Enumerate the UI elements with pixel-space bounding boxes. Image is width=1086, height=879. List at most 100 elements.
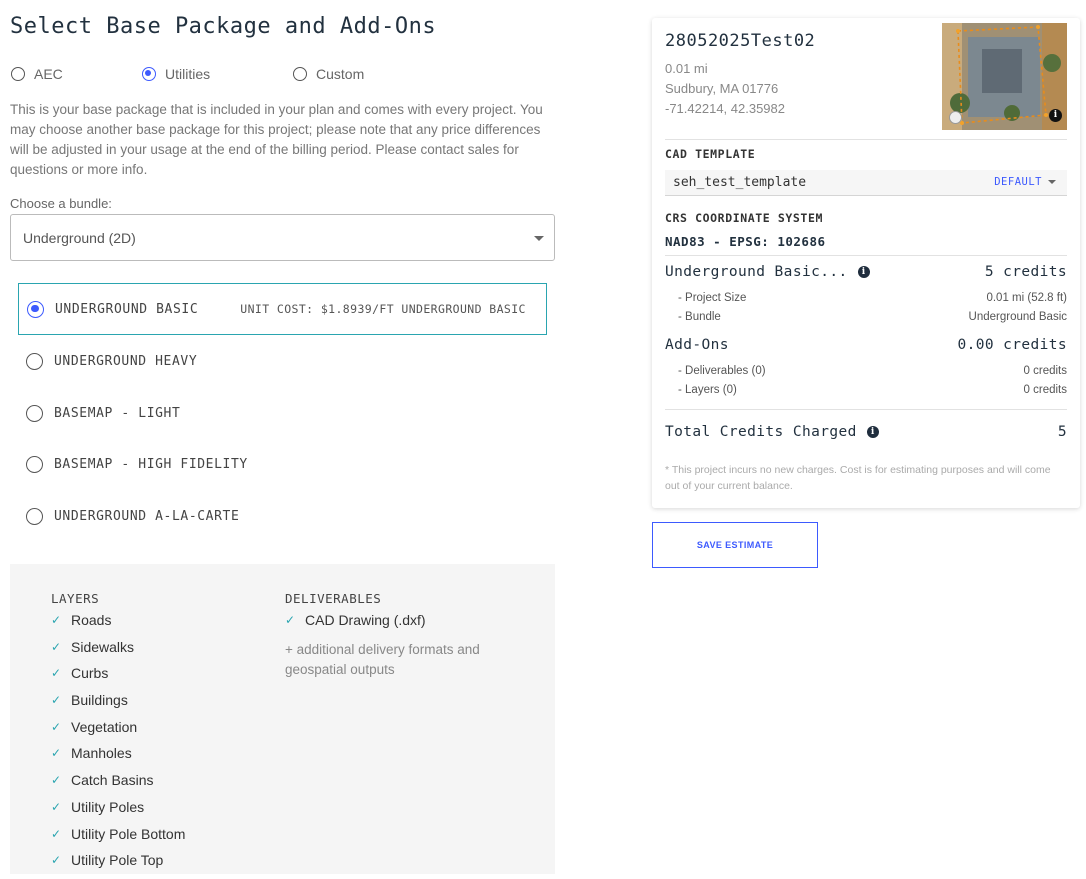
radio-icon[interactable] bbox=[26, 507, 43, 525]
total-value: 5 bbox=[1057, 424, 1067, 440]
info-icon[interactable]: i bbox=[1049, 109, 1062, 122]
default-dropdown[interactable]: DEFAULT bbox=[994, 176, 1056, 188]
deliverables-row: - Deliverables (0) 0 credits bbox=[665, 365, 1067, 377]
layers-row-label: - Layers (0) bbox=[678, 384, 737, 396]
package-label: Utilities bbox=[165, 66, 211, 82]
package-radio-aec[interactable]: AEC bbox=[11, 66, 63, 82]
check-icon: ✓ bbox=[51, 826, 62, 841]
radio-icon[interactable] bbox=[11, 67, 25, 81]
package-label: Custom bbox=[316, 66, 365, 82]
cad-template-select[interactable]: seh_test_template DEFAULT bbox=[665, 170, 1067, 196]
radio-selected-icon[interactable] bbox=[142, 67, 156, 81]
bundle-option-basemap-high-fidelity[interactable]: BASEMAP - HIGH FIDELITY bbox=[18, 438, 547, 490]
radio-selected-icon[interactable] bbox=[27, 300, 44, 318]
package-label: AEC bbox=[34, 66, 63, 82]
page-title: Select Base Package and Add-Ons bbox=[10, 14, 437, 39]
check-icon: ✓ bbox=[51, 853, 62, 868]
bundle-row-label: - Bundle bbox=[678, 311, 721, 323]
project-location: Sudbury, MA 01776 bbox=[665, 81, 779, 96]
map-thumbnail[interactable]: i bbox=[942, 23, 1067, 130]
layers-row-value: 0 credits bbox=[1023, 384, 1067, 396]
chevron-down-icon bbox=[1048, 180, 1056, 184]
base-package-row: Underground Basic... i 5 credits bbox=[665, 264, 1067, 280]
save-estimate-button[interactable]: SAVE ESTIMATE bbox=[652, 522, 818, 568]
deliverables-list: ✓ CAD Drawing (.dxf) bbox=[285, 612, 426, 639]
bundle-select-value: Underground (2D) bbox=[23, 229, 136, 246]
deliverables-row-value: 0 credits bbox=[1023, 365, 1067, 377]
check-icon: ✓ bbox=[51, 746, 62, 761]
mapbox-logo-icon bbox=[949, 111, 962, 124]
info-icon[interactable]: i bbox=[866, 426, 879, 438]
deliverables-heading: DELIVERABLES bbox=[285, 591, 382, 606]
radio-icon[interactable] bbox=[26, 455, 43, 473]
project-size-value: 0.01 mi (52.8 ft) bbox=[986, 292, 1067, 304]
base-package-credits: 5 credits bbox=[984, 264, 1067, 280]
check-icon: ✓ bbox=[51, 773, 62, 788]
divider bbox=[665, 139, 1067, 140]
list-item: ✓ Roads bbox=[51, 612, 112, 628]
bundle-row-value: Underground Basic bbox=[968, 311, 1067, 323]
package-radio-custom[interactable]: Custom bbox=[293, 66, 364, 82]
project-size-row: - Project Size 0.01 mi (52.8 ft) bbox=[665, 292, 1067, 304]
radio-icon[interactable] bbox=[26, 404, 43, 422]
layers-row: - Layers (0) 0 credits bbox=[665, 384, 1067, 396]
default-label: DEFAULT bbox=[994, 176, 1042, 188]
unit-cost-label: UNIT COST: $1.8939/FT UNDERGROUND BASIC bbox=[240, 302, 526, 316]
bundle-option-basemap-light[interactable]: BASEMAP - LIGHT bbox=[18, 387, 547, 439]
bundle-label: Choose a bundle: bbox=[10, 196, 112, 211]
list-item: ✓ Curbs bbox=[51, 665, 109, 682]
bundle-option-label: UNDERGROUND A-LA-CARTE bbox=[54, 508, 240, 524]
check-icon: ✓ bbox=[51, 719, 62, 734]
package-description: This is your base package that is includ… bbox=[10, 102, 543, 177]
radio-icon[interactable] bbox=[293, 67, 307, 81]
bundle-option-underground-heavy[interactable]: UNDERGROUND HEAVY bbox=[18, 335, 547, 387]
project-coords: -71.42214, 42.35982 bbox=[665, 101, 785, 116]
crs-label: CRS COORDINATE SYSTEM bbox=[665, 211, 823, 225]
list-item: ✓ Utility Poles bbox=[51, 798, 145, 815]
check-icon: ✓ bbox=[51, 613, 62, 627]
features-panel: LAYERS ✓ Roads ✓ Sidewalks ✓ Curbs ✓ Buildin… bbox=[10, 564, 555, 874]
bundle-select[interactable]: Underground (2D) bbox=[10, 214, 555, 261]
list-item: ✓ Buildings bbox=[51, 692, 128, 709]
addons-credits: 0.00 credits bbox=[957, 337, 1067, 353]
total-label: Total Credits Charged bbox=[665, 424, 857, 440]
divider bbox=[665, 409, 1067, 410]
bundle-option-label: BASEMAP - LIGHT bbox=[54, 405, 181, 421]
estimate-note: * This project incurs no new charges. Co… bbox=[665, 464, 1051, 492]
total-row: Total Credits Charged i 5 bbox=[665, 424, 1067, 440]
list-item: ✓ Utility Pole Bottom bbox=[51, 825, 186, 842]
project-distance: 0.01 mi bbox=[665, 61, 708, 76]
base-package-label: Underground Basic... bbox=[665, 264, 848, 280]
package-radio-utilities[interactable]: Utilities bbox=[142, 66, 210, 82]
check-icon: ✓ bbox=[51, 799, 62, 814]
crs-value: NAD83 - EPSG: 102686 bbox=[665, 234, 826, 249]
check-icon: ✓ bbox=[51, 639, 62, 654]
cad-template-value: seh_test_template bbox=[673, 175, 807, 190]
project-size-label: - Project Size bbox=[678, 292, 747, 304]
check-icon: ✓ bbox=[51, 693, 62, 708]
addons-row: Add-Ons 0.00 credits bbox=[665, 337, 1067, 353]
check-icon: ✓ bbox=[51, 666, 62, 681]
bundle-option-underground-a-la-carte[interactable]: UNDERGROUND A-LA-CARTE bbox=[18, 490, 547, 542]
list-item: ✓ Manholes bbox=[51, 745, 132, 762]
info-icon[interactable]: i bbox=[857, 266, 870, 278]
layers-list: ✓ Roads ✓ Sidewalks ✓ Curbs ✓ Buildings ✓ Veg… bbox=[51, 612, 185, 879]
bundle-row: - Bundle Underground Basic bbox=[665, 311, 1067, 323]
chevron-down-icon bbox=[534, 236, 544, 241]
bundle-option-label: BASEMAP - HIGH FIDELITY bbox=[54, 456, 248, 472]
list-item: ✓ Sidewalks bbox=[51, 638, 135, 655]
list-item: ✓ CAD Drawing (.dxf) bbox=[285, 612, 426, 628]
project-name: 28052025Test02 bbox=[665, 31, 816, 51]
bundle-option-label: UNDERGROUND BASIC bbox=[55, 301, 199, 317]
radio-icon[interactable] bbox=[26, 352, 43, 370]
list-item: ✓ Utility Pole Top bbox=[51, 852, 164, 869]
deliverables-row-label: - Deliverables (0) bbox=[678, 365, 766, 377]
layers-heading: LAYERS bbox=[51, 591, 100, 606]
more-outputs-note: + additional delivery formats and geospa… bbox=[285, 642, 480, 677]
cad-template-label: CAD TEMPLATE bbox=[665, 147, 756, 161]
bundle-option-underground-basic[interactable]: UNDERGROUND BASIC UNIT COST: $1.8939/FT … bbox=[18, 283, 547, 335]
list-item: ✓ Vegetation bbox=[51, 718, 138, 735]
estimate-card: 28052025Test02 0.01 mi Sudbury, MA 01776… bbox=[652, 18, 1080, 508]
bundle-option-label: UNDERGROUND HEAVY bbox=[54, 353, 198, 369]
list-item: ✓ Catch Basins bbox=[51, 772, 154, 789]
